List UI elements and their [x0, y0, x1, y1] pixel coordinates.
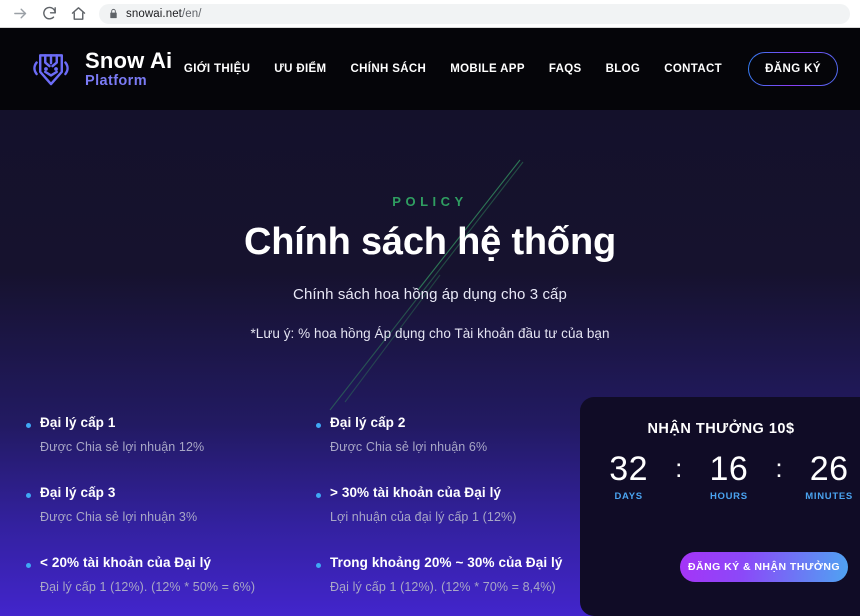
snow-ai-shield-logo-icon — [33, 54, 69, 86]
countdown-hours-value: 16 — [709, 450, 749, 488]
site-header: Snow Ai Platform GIỚI THIỆU ƯU ĐIỂM CHÍN… — [0, 28, 860, 110]
policy-item-title: Đại lý cấp 1 — [40, 415, 116, 430]
reload-icon — [42, 6, 56, 20]
policy-item-desc: Đại lý cấp 1 (12%). (12% * 70% = 8,4%) — [330, 580, 556, 595]
countdown-minutes-value: 26 — [809, 450, 849, 488]
policy-item-desc: Lợi nhuận của đại lý cấp 1 (12%) — [330, 510, 517, 524]
policy-list: Đại lý cấp 1 Được Chia sẻ lợi nhuận 12% … — [26, 415, 596, 595]
bullet-icon — [316, 423, 321, 428]
policy-item-title: Đại lý cấp 3 — [40, 485, 116, 501]
policy-item: > 30% tài khoản của Đại lý Lợi nhuận của… — [316, 485, 596, 525]
bullet-icon — [26, 493, 31, 499]
nav-item-gioi-thieu[interactable]: GIỚI THIỆU — [184, 63, 250, 75]
hero-subtitle-primary: Chính sách hoa hồng áp dụng cho 3 cấp — [293, 286, 567, 303]
reload-button[interactable] — [39, 4, 59, 24]
register-reward-button[interactable]: ĐĂNG KÝ & NHẬN THƯỞNG — [680, 552, 848, 582]
logo-title: Snow Ai — [85, 47, 173, 73]
policy-item: < 20% tài khoản của Đại lý Đại lý cấp 1 … — [26, 555, 294, 595]
countdown-separator: : — [675, 453, 683, 483]
nav-item-faqs[interactable]: FAQS — [549, 63, 582, 75]
policy-item-desc: Được Chia sẻ lợi nhuận 12% — [40, 439, 205, 454]
countdown-days-value: 32 — [609, 450, 649, 488]
policy-item-title: < 20% tài khoản của Đại lý — [40, 555, 212, 571]
address-bar[interactable]: snowai.net/en/ — [99, 3, 850, 24]
browser-toolbar: snowai.net/en/ — [0, 0, 860, 28]
countdown-days-label: DAYS — [614, 491, 643, 503]
countdown-minutes-label: MINUTES — [805, 491, 853, 503]
url-text: snowai.net/en/ — [126, 7, 202, 20]
bullet-icon — [316, 563, 321, 569]
signup-button[interactable]: ĐĂNG KÝ — [748, 52, 838, 86]
main-navigation: GIỚI THIỆU ƯU ĐIỂM CHÍNH SÁCH MOBILE APP… — [184, 63, 722, 75]
countdown-promo-panel: NHẬN THƯỞNG 10$ 32 DAYS : 16 HOURS : 26 … — [580, 397, 860, 616]
hero-eyebrow: POLICY — [392, 194, 468, 209]
policy-item-title: Đại lý cấp 2 — [330, 415, 406, 430]
countdown-unit-minutes: 26 MINUTES — [798, 451, 860, 502]
countdown-timer: 32 DAYS : 16 HOURS : 26 MINUTES : — [580, 451, 860, 502]
policy-item-title: Trong khoảng 20% ~ 30% của Đại lý — [330, 555, 563, 571]
bullet-icon — [316, 493, 321, 499]
nav-item-blog[interactable]: BLOG — [606, 63, 641, 75]
home-button[interactable] — [68, 4, 88, 24]
hero-heading-block: POLICY Chính sách hệ thống Chính sách ho… — [0, 194, 860, 341]
policy-item-desc: Được Chia sẻ lợi nhuận 6% — [330, 439, 488, 454]
countdown-separator: : — [775, 453, 783, 483]
policy-item-desc: Đại lý cấp 1 (12%). (12% * 50% = 6%) — [40, 580, 256, 595]
page-title: Chính sách hệ thống — [244, 221, 616, 263]
policy-item: Đại lý cấp 2 Được Chia sẻ lợi nhuận 6% — [316, 415, 596, 455]
forward-button[interactable] — [10, 4, 30, 24]
countdown-heading: NHẬN THƯỞNG 10$ — [647, 421, 795, 437]
countdown-unit-hours: 16 HOURS — [697, 451, 760, 502]
countdown-hours-label: HOURS — [709, 491, 748, 503]
home-icon — [71, 7, 85, 20]
hero-section: POLICY Chính sách hệ thống Chính sách ho… — [0, 110, 860, 616]
logo-subtitle: Platform — [85, 72, 148, 89]
nav-item-uu-diem[interactable]: ƯU ĐIỂM — [274, 63, 326, 75]
hero-subtitle-note: *Lưu ý: % hoa hồng Áp dụng cho Tài khoản… — [250, 326, 610, 341]
logo-text: Snow Ai Platform — [85, 47, 173, 89]
nav-item-contact[interactable]: CONTACT — [664, 63, 722, 75]
countdown-unit-days: 32 DAYS — [597, 451, 660, 502]
bullet-icon — [26, 423, 31, 428]
logo[interactable]: Snow Ai Platform — [28, 46, 172, 92]
arrow-right-icon — [13, 8, 26, 19]
policy-item-title: > 30% tài khoản của Đại lý — [330, 485, 502, 501]
policy-item: Đại lý cấp 3 Được Chia sẻ lợi nhuận 3% — [26, 485, 294, 525]
bullet-icon — [26, 563, 31, 569]
policy-item: Đại lý cấp 1 Được Chia sẻ lợi nhuận 12% — [26, 415, 294, 455]
nav-item-chinh-sach[interactable]: CHÍNH SÁCH — [351, 63, 427, 75]
policy-item-desc: Được Chia sẻ lợi nhuận 3% — [40, 510, 198, 524]
policy-item: Trong khoảng 20% ~ 30% của Đại lý Đại lý… — [316, 555, 596, 595]
lock-icon — [110, 8, 117, 19]
nav-item-mobile-app[interactable]: MOBILE APP — [450, 63, 525, 75]
